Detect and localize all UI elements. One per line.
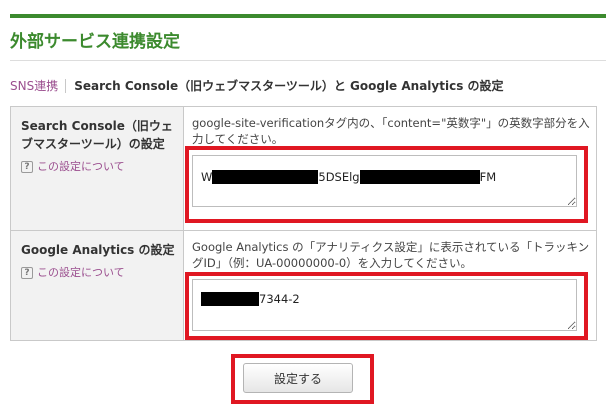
search-console-description: google-site-verificationタグ内の、「content="英… [192,116,590,146]
breadcrumb: SNS連携 Search Console（旧ウェブマスターツール）と Googl… [10,77,504,94]
page-title: 外部サービス連携設定 [10,32,180,52]
question-icon: ? [21,161,33,173]
breadcrumb-current: Search Console（旧ウェブマスターツール）と Google Anal… [74,79,504,93]
submit-button[interactable]: 設定する [243,363,353,393]
highlight-box-google-analytics [185,272,588,340]
breadcrumb-separator [65,78,67,93]
title-divider [10,60,606,61]
google-analytics-help-link[interactable]: ? この設定について [21,264,175,282]
search-console-label-cell: Search Console（旧ウェブマスターツール）の設定 ? この設定につい… [10,106,184,231]
google-analytics-help-text[interactable]: この設定について [37,264,125,282]
search-console-help-link[interactable]: ? この設定について [21,158,175,176]
search-console-help-text[interactable]: この設定について [37,158,125,176]
google-analytics-description: Google Analytics の「アナリティクス設定」に表示されている「トラ… [192,240,590,270]
question-icon: ? [21,267,33,279]
header-top-rule [10,14,606,18]
breadcrumb-sns-link[interactable]: SNS連携 [10,77,58,94]
search-console-label: Search Console（旧ウェブマスターツール）の設定 [21,119,173,151]
google-analytics-label-cell: Google Analytics の設定 ? この設定について [10,230,184,341]
highlight-box-search-console [185,146,588,223]
google-analytics-label: Google Analytics の設定 [21,243,175,257]
